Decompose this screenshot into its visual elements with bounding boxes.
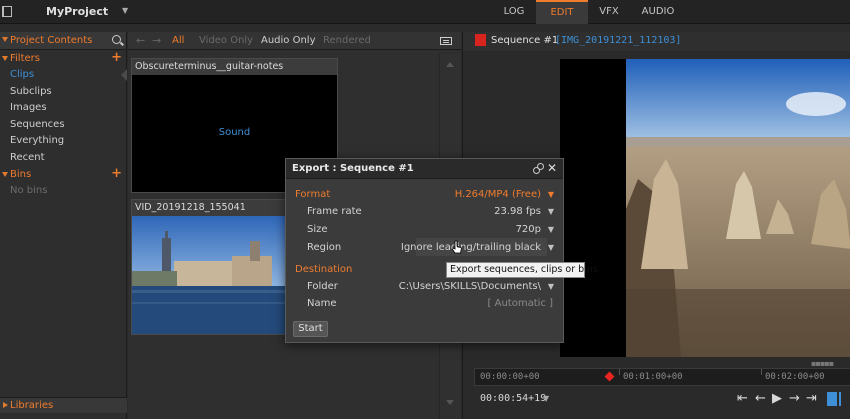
export-dialog-title: Export : Sequence #1	[292, 163, 414, 174]
folder-value[interactable]: C:\Users\SKILLS\Documents\	[399, 281, 541, 292]
mouse-cursor-icon	[452, 240, 462, 254]
app-menu-icon[interactable]	[2, 6, 12, 17]
audio-meter-icon[interactable]	[827, 392, 837, 406]
libraries-header[interactable]: Libraries	[0, 397, 127, 413]
collapse-triangle-icon[interactable]	[2, 172, 8, 177]
collapse-triangle-icon[interactable]	[2, 56, 8, 61]
chevron-down-icon[interactable]: ▼	[548, 243, 554, 252]
chevron-down-icon[interactable]: ▼	[548, 207, 554, 216]
filter-rendered[interactable]: Rendered	[323, 35, 371, 46]
folder-label: Folder	[307, 281, 338, 292]
video-preview[interactable]	[560, 59, 850, 357]
timeline-tc-end: 00:02:00+00	[765, 372, 825, 382]
name-label: Name	[307, 298, 337, 309]
no-bins-text: No bins	[10, 185, 48, 196]
timeline-tc-mid: 00:01:00+00	[623, 372, 683, 382]
clip-title: VID_20191218_155041	[132, 200, 285, 216]
project-contents-header[interactable]: Project Contents	[0, 32, 126, 50]
scroll-up-icon[interactable]	[446, 62, 454, 67]
top-bar: MyProject ▼ LOG EDIT VFX AUDIO	[0, 0, 850, 24]
sequence-title: Sequence #1	[491, 35, 559, 46]
current-timecode[interactable]: 00:00:54+19	[480, 393, 546, 404]
chevron-down-icon[interactable]: ▼	[122, 6, 128, 15]
export-dialog: Export : Sequence #1 ✕ Format H.264/MP4 …	[285, 158, 564, 343]
settings-link-icon[interactable]	[533, 163, 544, 174]
close-icon[interactable]: ✕	[547, 161, 557, 175]
view-mode-icon[interactable]	[440, 37, 452, 45]
size-value[interactable]: 720p	[516, 224, 541, 235]
region-label: Region	[307, 242, 342, 253]
chevron-down-icon[interactable]: ▼	[548, 190, 554, 199]
frame-rate-label: Frame rate	[307, 206, 362, 217]
sequence-clip-id: [IMG_20191221_112103]	[555, 35, 682, 46]
viewer-timeline[interactable]: 00:00:00+00 00:01:00+00 00:02:00+00	[474, 368, 850, 386]
bins-section[interactable]: Bins +	[0, 167, 126, 183]
expand-triangle-icon[interactable]	[3, 402, 8, 408]
resize-grip-icon[interactable]: ▪▪▪▪▪	[811, 359, 834, 368]
scroll-down-icon[interactable]	[446, 400, 454, 405]
export-tooltip: Export sequences, clips or bins	[446, 262, 598, 278]
workspace-tabs: LOG EDIT VFX AUDIO	[492, 0, 686, 24]
clip-thumbnail	[132, 216, 285, 334]
export-dialog-header[interactable]: Export : Sequence #1 ✕	[286, 159, 563, 179]
sidebar-item-subclips[interactable]: Subclips	[0, 84, 126, 101]
jump-start-icon[interactable]: ⇤	[737, 391, 748, 407]
project-contents-title: Project Contents	[10, 35, 93, 46]
tab-edit[interactable]: EDIT	[536, 0, 588, 24]
name-value[interactable]: [ Automatic ]	[488, 298, 553, 309]
region-value[interactable]: Ignore leading/trailing black	[401, 242, 541, 253]
timeline-tick	[761, 369, 762, 375]
format-section-label: Format	[295, 189, 331, 200]
jump-end-icon[interactable]: ⇥	[806, 391, 817, 407]
chevron-down-icon[interactable]: ▼	[548, 282, 554, 291]
frame-rate-value[interactable]: 23.98 fps	[494, 206, 541, 217]
tab-audio[interactable]: AUDIO	[630, 0, 686, 24]
collapse-triangle-icon[interactable]	[2, 37, 8, 42]
sidebar-item-sequences[interactable]: Sequences	[0, 117, 126, 134]
transport-controls: 00:00:54+19 ▼ ⇤ ← ▶ → ⇥	[463, 390, 850, 412]
bin-filter-bar: ← → All Video Only Audio Only Rendered	[128, 32, 461, 50]
viewer-header: Sequence #1 [IMG_20191221_112103]	[463, 32, 850, 51]
clip-tile-video[interactable]: VID_20191218_155041	[131, 199, 286, 335]
clip-title: Obscureterminus__guitar-notes	[132, 59, 337, 75]
sidebar-item-everything[interactable]: Everything	[0, 133, 126, 150]
sidebar-item-images[interactable]: Images	[0, 100, 126, 117]
filter-video-only[interactable]: Video Only	[199, 35, 253, 46]
tab-vfx[interactable]: VFX	[588, 0, 630, 24]
step-back-icon[interactable]: ←	[755, 391, 766, 407]
sequence-color-swatch	[475, 34, 486, 46]
add-bin-icon[interactable]: +	[111, 167, 122, 181]
tab-log[interactable]: LOG	[492, 0, 536, 24]
play-icon[interactable]: ▶	[772, 391, 782, 407]
timeline-tick	[619, 369, 620, 375]
sound-label: Sound	[218, 127, 251, 138]
size-label: Size	[307, 224, 328, 235]
timeline-tc-start: 00:00:00+00	[480, 372, 540, 382]
step-forward-icon[interactable]: →	[789, 391, 800, 407]
filter-audio-only[interactable]: Audio Only	[261, 35, 316, 46]
libraries-label: Libraries	[10, 400, 54, 411]
chevron-down-icon[interactable]: ▼	[548, 225, 554, 234]
volume-icon[interactable]	[839, 392, 850, 406]
add-filter-icon[interactable]: +	[111, 51, 122, 65]
back-arrow-icon[interactable]: ←	[136, 34, 145, 47]
sidebar-item-recent[interactable]: Recent	[0, 150, 126, 167]
sidebar-item-clips[interactable]: Clips	[0, 67, 127, 84]
project-name[interactable]: MyProject	[46, 5, 108, 18]
filters-section[interactable]: Filters +	[0, 51, 126, 67]
bins-label: Bins	[10, 169, 32, 180]
project-sidebar: Project Contents Filters + Clips Subclip…	[0, 32, 127, 419]
format-value[interactable]: H.264/MP4 (Free)	[455, 189, 541, 200]
start-export-button[interactable]: Start	[293, 321, 328, 337]
chevron-down-icon[interactable]: ▼	[543, 394, 549, 403]
filters-label: Filters	[10, 53, 40, 64]
forward-arrow-icon[interactable]: →	[152, 34, 161, 47]
filter-all[interactable]: All	[172, 35, 184, 46]
destination-section-label: Destination	[295, 264, 353, 275]
search-icon[interactable]	[112, 35, 121, 44]
playhead-marker[interactable]	[604, 371, 615, 382]
video-frame-image	[626, 59, 850, 357]
